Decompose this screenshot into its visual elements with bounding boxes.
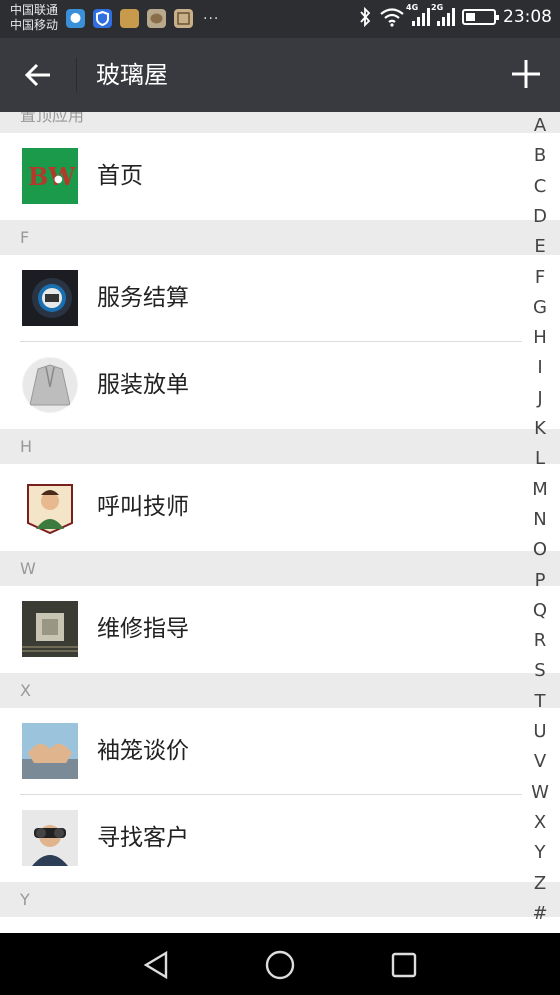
- carrier-info: 中国联通 中国移动: [10, 3, 58, 33]
- svg-text:●: ●: [54, 174, 63, 185]
- index-letter-g[interactable]: G: [520, 297, 560, 319]
- more-notifications-indicator: ···: [203, 10, 220, 27]
- index-letter-c[interactable]: C: [520, 176, 560, 198]
- section-header-x: X: [0, 673, 560, 708]
- triangle-back-icon: [143, 950, 168, 980]
- network-2-label: 2G: [431, 3, 444, 12]
- notification-icons: ···: [66, 9, 219, 28]
- shield-app-icon: [93, 9, 112, 28]
- index-letter-k[interactable]: K: [520, 418, 560, 440]
- index-letter-b[interactable]: B: [520, 145, 560, 167]
- index-letter-r[interactable]: R: [520, 630, 560, 652]
- list-item-label: 服务结算: [97, 285, 189, 311]
- list-item-label: 寻找客户: [97, 825, 189, 851]
- index-letter-d[interactable]: D: [520, 206, 560, 228]
- list-item-price-negotiation[interactable]: 袖笼谈价: [0, 708, 560, 795]
- app-bar: 玻璃屋: [0, 38, 560, 112]
- handshake-icon: [22, 723, 78, 779]
- service-button-icon: [22, 270, 78, 326]
- arrow-left-icon: [24, 63, 50, 87]
- add-button[interactable]: [502, 50, 550, 98]
- list-item-label: 服装放单: [97, 372, 189, 398]
- carrier-1: 中国联通: [10, 3, 59, 17]
- nav-recent-button[interactable]: [382, 943, 426, 987]
- index-letter-s[interactable]: S: [520, 660, 560, 682]
- chat-app-icon: [147, 9, 166, 28]
- status-indicators: 4G 2G 23:08: [358, 3, 552, 27]
- list-item-clothing-order[interactable]: 服装放单: [0, 342, 560, 429]
- index-letter-i[interactable]: I: [520, 357, 560, 379]
- index-letter-f[interactable]: F: [520, 267, 560, 289]
- index-letter-q[interactable]: Q: [520, 600, 560, 622]
- technician-icon: [22, 479, 78, 535]
- suit-jacket-icon: [22, 357, 78, 413]
- section-header-w: W: [0, 551, 560, 586]
- back-button[interactable]: [14, 52, 62, 98]
- index-letter-x[interactable]: X: [520, 812, 560, 834]
- contact-list[interactable]: 置顶应用 BW ● 首页 F 服务结算 服装放单 H 呼叫技师 W 维修指导 X…: [0, 112, 560, 933]
- list-item-repair-guide[interactable]: 维修指导: [0, 586, 560, 673]
- section-header-h: H: [0, 429, 560, 464]
- list-item-service-settlement[interactable]: 服务结算: [0, 255, 560, 342]
- system-nav-bar: [0, 933, 560, 995]
- section-header-f: F: [0, 220, 560, 255]
- index-letter-p[interactable]: P: [520, 570, 560, 592]
- signal-2g-icon: 2G: [431, 3, 455, 26]
- index-letter-v[interactable]: V: [520, 751, 560, 773]
- app-icon: [120, 9, 139, 28]
- page-title: 玻璃屋: [96, 61, 168, 89]
- index-letter-j[interactable]: J: [520, 388, 560, 410]
- alphabet-index-bar[interactable]: A B C D E F G H I J K L M N O P Q R S T U V W X Y Z #: [520, 112, 560, 932]
- index-letter-z[interactable]: Z: [520, 873, 560, 895]
- index-letter-e[interactable]: E: [520, 236, 560, 258]
- section-header-pinned: 置顶应用: [0, 112, 560, 133]
- list-item-label: 袖笼谈价: [97, 738, 189, 764]
- app-bar-divider: [76, 58, 77, 92]
- clock: 23:08: [503, 7, 552, 27]
- index-letter-o[interactable]: O: [520, 539, 560, 561]
- carrier-2: 中国移动: [10, 18, 59, 32]
- list-item-label: 呼叫技师: [97, 494, 189, 520]
- list-item-homepage[interactable]: BW ● 首页: [0, 133, 560, 220]
- list-item-find-customers[interactable]: 寻找客户: [0, 795, 560, 882]
- gallery-icon: [174, 9, 193, 28]
- binoculars-icon: [22, 810, 78, 866]
- circle-home-icon: [265, 950, 295, 980]
- square-recent-icon: [391, 952, 417, 978]
- index-letter-hash[interactable]: #: [520, 903, 560, 925]
- index-letter-y[interactable]: Y: [520, 842, 560, 864]
- index-letter-t[interactable]: T: [520, 691, 560, 713]
- index-letter-h[interactable]: H: [520, 327, 560, 349]
- nav-home-button[interactable]: [258, 943, 302, 987]
- svg-text:BW: BW: [28, 162, 76, 191]
- circuit-board-icon: [22, 601, 78, 657]
- index-letter-a[interactable]: A: [520, 115, 560, 137]
- index-letter-n[interactable]: N: [520, 509, 560, 531]
- plus-icon: [512, 60, 540, 88]
- status-bar: 中国联通 中国移动 ··· 4G 2G 23:08: [0, 0, 560, 38]
- index-letter-w[interactable]: W: [520, 782, 560, 804]
- section-header-y: Y: [0, 882, 560, 917]
- list-item-label: 首页: [97, 163, 143, 189]
- index-letter-m[interactable]: M: [520, 479, 560, 501]
- bluetooth-icon: [360, 7, 371, 27]
- wifi-icon: [380, 8, 404, 27]
- index-letter-l[interactable]: L: [520, 448, 560, 470]
- qq-icon: [66, 9, 85, 28]
- signal-4g-icon: 4G: [406, 3, 430, 26]
- nav-back-button[interactable]: [134, 943, 178, 987]
- list-item-call-technician[interactable]: 呼叫技师: [0, 464, 560, 551]
- index-letter-u[interactable]: U: [520, 721, 560, 743]
- network-1-label: 4G: [406, 3, 419, 12]
- homepage-logo-icon: BW ●: [22, 148, 78, 204]
- list-item-label: 维修指导: [97, 616, 189, 642]
- battery-icon: [462, 9, 499, 25]
